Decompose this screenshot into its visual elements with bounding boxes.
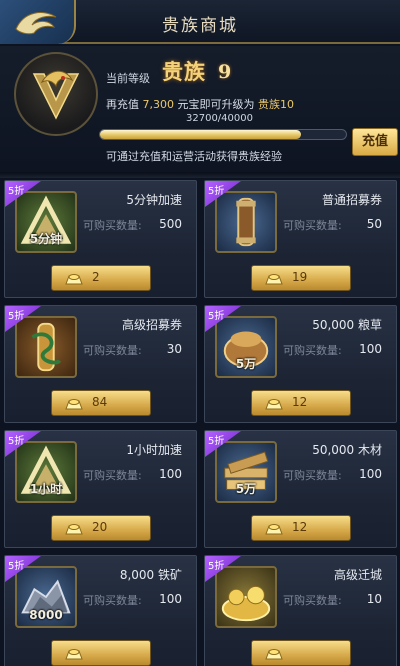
item-name: 普通招募券	[321, 193, 382, 207]
quantity-value: 500	[159, 217, 182, 231]
quantity-label: 可购买数量:	[283, 594, 342, 607]
quantity-label: 可购买数量:	[83, 469, 142, 482]
quantity-label: 可购买数量:	[83, 594, 142, 607]
exp-progress-fill	[100, 130, 302, 139]
scroll-icon-graphic	[236, 197, 256, 247]
shop-item-card[interactable]: 5万 5折 50,000 木材可购买数量: 100 12	[204, 430, 397, 548]
quantity-value: 100	[359, 342, 382, 356]
quantity-value: 50	[366, 217, 382, 231]
quantity-label: 可购买数量:	[283, 344, 342, 357]
noble-emblem	[14, 52, 98, 136]
discount-text: 5折	[8, 561, 25, 572]
quantity-value: 100	[159, 467, 182, 481]
recharge-info: 再充值 7,300 元宝即可升级为 贵族10	[106, 96, 294, 112]
golden-dragon-icon	[32, 70, 80, 120]
shop-item-card[interactable]: 5折普通招募券可购买数量: 50 19	[204, 180, 397, 298]
dragon-scroll-icon-graphic	[31, 322, 62, 372]
gold-ingot-icon	[265, 649, 283, 660]
exp-progress-text: 32700/40000	[186, 113, 253, 124]
buy-button[interactable]: 84	[51, 390, 151, 416]
quantity-value: 10	[366, 592, 382, 606]
dragon-scroll-icon[interactable]	[15, 316, 77, 378]
discount-text: 5折	[8, 436, 25, 447]
treasure-pile-icon[interactable]	[215, 566, 277, 628]
quantity-label: 可购买数量:	[83, 344, 142, 357]
gold-ingot-icon	[65, 399, 83, 410]
gold-ingot-icon	[65, 649, 83, 660]
discount-text: 5折	[208, 186, 225, 197]
section-divider	[0, 172, 400, 178]
recharge-prefix: 再充值	[106, 98, 139, 111]
discount-text: 5折	[208, 561, 225, 572]
speedup-hourglass-icon[interactable]: 5分钟	[15, 191, 77, 253]
quantity-label: 可购买数量:	[283, 469, 342, 482]
page-title: 贵族商城	[162, 16, 238, 36]
icon-caption: 8000	[29, 608, 63, 622]
discount-text: 5折	[208, 311, 225, 322]
shop-item-card[interactable]: 5万 5折 50,000 粮草可购买数量: 100 12	[204, 305, 397, 423]
noble-level-name: 贵族	[162, 59, 206, 84]
icon-caption: 5万	[235, 482, 257, 496]
discount-text: 5折	[208, 436, 225, 447]
shop-item-card[interactable]: 8000 5折 8,000 铁矿可购买数量: 100	[4, 555, 197, 666]
recharge-mid-text: 元宝即可升级为	[177, 98, 255, 111]
shop-item-card[interactable]: 5折高级招募券可购买数量: 30 84	[4, 305, 197, 423]
buy-button[interactable]: 2	[51, 265, 151, 291]
quantity-label: 可购买数量:	[283, 219, 342, 232]
item-name: 50,000 粮草	[312, 318, 382, 332]
speedup-hourglass-icon[interactable]: 1小时	[15, 441, 77, 503]
buy-button[interactable]: 12	[251, 390, 351, 416]
price-value: 20	[92, 520, 108, 534]
item-name: 高级招募券	[121, 318, 182, 332]
item-name: 高级迁城	[333, 568, 382, 582]
buy-button[interactable]	[251, 640, 351, 666]
treasure-pile-icon-graphic	[221, 585, 271, 622]
shop-item-card[interactable]: 5折高级迁城可购买数量: 10	[204, 555, 397, 666]
price-value: 84	[92, 395, 108, 409]
gold-ingot-icon	[265, 274, 283, 285]
recharge-amount: 7,300	[142, 98, 175, 111]
current-level-label: 当前等级	[106, 72, 150, 85]
item-name: 5分钟加速	[126, 193, 182, 207]
exp-progress-bar	[99, 129, 347, 140]
gold-ingot-icon	[65, 274, 83, 285]
buy-button[interactable]: 20	[51, 515, 151, 541]
top-bar: 贵族商城	[0, 0, 400, 44]
discount-text: 5折	[8, 186, 25, 197]
shop-item-card[interactable]: 1小时 5折 1小时加速可购买数量: 100 20	[4, 430, 197, 548]
quantity-label: 可购买数量:	[83, 219, 142, 232]
gold-ingot-icon	[265, 524, 283, 535]
shop-item-card[interactable]: 5分钟 5折 5分钟加速可购买数量: 500 2	[4, 180, 197, 298]
icon-caption: 1小时	[29, 482, 63, 496]
item-name: 8,000 铁矿	[119, 568, 182, 582]
quantity-value: 100	[359, 467, 382, 481]
icon-caption: 5分钟	[29, 232, 63, 246]
item-name: 1小时加速	[126, 443, 182, 457]
buy-button[interactable]	[51, 640, 151, 666]
price-value: 2	[92, 270, 100, 284]
gold-ingot-icon	[65, 524, 83, 535]
scroll-icon[interactable]	[215, 191, 277, 253]
noble-level-number: 9	[218, 61, 232, 83]
gold-ingot-icon	[265, 399, 283, 410]
icon-caption: 5万	[235, 357, 257, 371]
price-value: 19	[292, 270, 308, 284]
quantity-value: 30	[166, 342, 182, 356]
lumber-icon[interactable]: 5万	[215, 441, 277, 503]
buy-button[interactable]: 19	[251, 265, 351, 291]
item-name: 50,000 木材	[312, 443, 382, 457]
exp-hint: 可通过充值和运营活动获得贵族经验	[106, 150, 282, 163]
iron-ore-icon[interactable]: 8000	[15, 566, 77, 628]
quantity-value: 100	[159, 592, 182, 606]
price-value: 12	[292, 395, 308, 409]
discount-text: 5折	[8, 311, 25, 322]
buy-button[interactable]: 12	[251, 515, 351, 541]
grain-sack-icon[interactable]: 5万	[215, 316, 277, 378]
next-level: 贵族10	[258, 98, 294, 111]
price-value: 12	[292, 520, 308, 534]
charge-button[interactable]: 充值	[352, 128, 398, 156]
